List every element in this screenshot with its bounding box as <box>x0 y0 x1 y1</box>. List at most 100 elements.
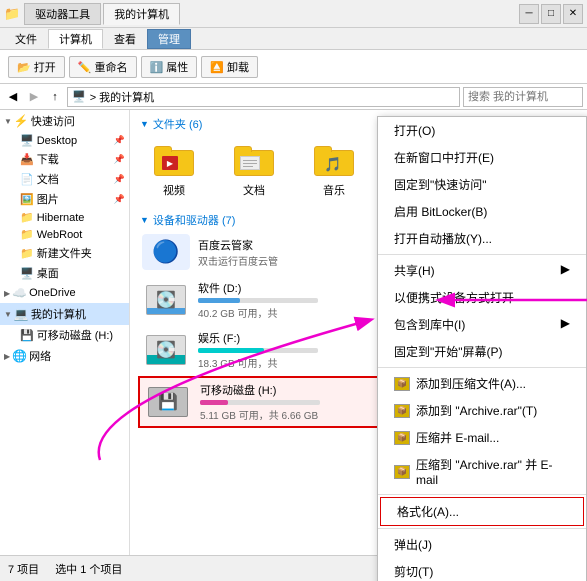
sidebar-item-onedrive[interactable]: ▶ ☁️ OneDrive <box>0 283 129 303</box>
network-icon: 🌐 <box>12 349 27 363</box>
minimize-button[interactable]: ─ <box>519 4 539 24</box>
address-path[interactable]: 🖥️ > 我的计算机 <box>67 87 460 107</box>
music-folder-icon: 🎵 <box>310 142 358 182</box>
archive-icon-2: 📦 <box>394 404 410 418</box>
baidu-subtitle: 双击运行百度云管 <box>198 253 278 268</box>
folder-item-video[interactable]: ▶ 视频 <box>138 138 210 202</box>
path-icon: 🖥️ <box>72 90 86 103</box>
sidebar-item-downloads[interactable]: 📥 下载 📌 <box>0 149 129 169</box>
sidebar-item-network[interactable]: ▶ 🌐 网络 <box>0 345 129 367</box>
ctx-compress-email-rar[interactable]: 📦 压缩到 "Archive.rar" 并 E-mail <box>378 451 586 492</box>
properties-button[interactable]: ℹ️ 属性 <box>141 56 198 78</box>
downloads-label: 下载 <box>37 151 59 167</box>
ctx-add-archive-rar[interactable]: 📦 添加到 "Archive.rar"(T) <box>378 397 586 424</box>
sidebar-item-hibernate[interactable]: 📁 Hibernate <box>0 209 129 226</box>
address-bar: ◀ ▶ ↑ 🖥️ > 我的计算机 <box>0 84 587 110</box>
folder-item-docs[interactable]: 文档 <box>218 138 290 202</box>
ctx-eject[interactable]: 弹出(J) <box>378 531 586 558</box>
archive-icon-3: 📦 <box>394 431 410 445</box>
up-button[interactable]: ↑ <box>46 88 64 106</box>
close-button[interactable]: ✕ <box>563 4 583 24</box>
tab-manage[interactable]: 管理 <box>147 29 191 49</box>
sidebar-item-removable-disk[interactable]: 💾 可移动磁盘 (H:) <box>0 325 129 345</box>
desktop2-label: 桌面 <box>37 265 59 281</box>
folder-item-music[interactable]: 🎵 音乐 <box>298 138 370 202</box>
ctx-sep2 <box>378 367 586 368</box>
ctx-pin-quick-access[interactable]: 固定到"快速访问" <box>378 171 586 198</box>
forward-button[interactable]: ▶ <box>25 88 43 106</box>
sidebar-item-quick-access[interactable]: ▼ ⚡ 快速访问 <box>0 110 129 132</box>
sidebar-item-new-folder[interactable]: 📁 新建文件夹 <box>0 243 129 263</box>
title-tab-my-computer[interactable]: 我的计算机 <box>103 3 180 25</box>
selected-count: 选中 1 个项目 <box>55 561 122 577</box>
tab-computer[interactable]: 计算机 <box>48 29 103 49</box>
ctx-open[interactable]: 打开(O) <box>378 117 586 144</box>
sidebar-item-pictures[interactable]: 🖼️ 图片 📌 <box>0 189 129 209</box>
sidebar: ▼ ⚡ 快速访问 🖥️ Desktop 📌 📥 下载 📌 📄 文档 📌 🖼️ <box>0 110 130 555</box>
search-input[interactable] <box>463 87 583 107</box>
title-tab-driver-tools[interactable]: 驱动器工具 <box>24 3 101 25</box>
eject-button[interactable]: ⏏️ 卸载 <box>201 56 258 78</box>
quick-access-expand-icon: ▼ <box>4 117 12 126</box>
rename-button[interactable]: ✏️ 重命名 <box>69 56 137 78</box>
ctx-share[interactable]: 共享(H)▶ <box>378 257 586 284</box>
tab-view[interactable]: 查看 <box>103 29 147 49</box>
ctx-pin-start[interactable]: 固定到"开始"屏幕(P) <box>378 338 586 365</box>
ctx-open-new-window[interactable]: 在新窗口中打开(E) <box>378 144 586 171</box>
baidu-info: 百度云管家 双击运行百度云管 <box>198 237 278 268</box>
pictures-pin-icon: 📌 <box>114 194 125 205</box>
music-folder-label: 音乐 <box>323 182 345 198</box>
sidebar-item-my-computer[interactable]: ▼ 💻 我的计算机 <box>0 303 129 325</box>
sidebar-item-documents[interactable]: 📄 文档 📌 <box>0 169 129 189</box>
software-drive-icon: 💽 <box>142 282 190 318</box>
ctx-sep1 <box>378 254 586 255</box>
desktop-icon: 🖥️ <box>20 134 34 147</box>
hibernate-label: Hibernate <box>37 212 85 224</box>
removable-bar-fill <box>200 400 228 405</box>
removable-bar-bg <box>200 400 320 405</box>
ctx-cut[interactable]: 剪切(T) <box>378 558 586 581</box>
removable-disk-icon: 💾 <box>20 329 34 342</box>
pictures-icon: 🖼️ <box>20 193 34 206</box>
baidu-name: 百度云管家 <box>198 237 278 253</box>
docs-folder-icon <box>230 142 278 182</box>
path-text: > 我的计算机 <box>90 89 154 105</box>
desktop-pin-icon: 📌 <box>114 135 125 146</box>
folders-header-label: 文件夹 (6) <box>153 116 203 132</box>
ctx-format[interactable]: 格式化(A)... <box>380 497 584 526</box>
ctx-bitlocker[interactable]: 启用 BitLocker(B) <box>378 198 586 225</box>
sidebar-item-desktop2[interactable]: 🖥️ 桌面 <box>0 263 129 283</box>
ctx-autoplay[interactable]: 打开自动播放(Y)... <box>378 225 586 252</box>
desktop2-icon: 🖥️ <box>20 267 34 280</box>
back-button[interactable]: ◀ <box>4 88 22 106</box>
desktop-label: Desktop <box>37 135 77 147</box>
archive-icon-1: 📦 <box>394 377 410 391</box>
ribbon-tab-bar: 文件 计算机 查看 管理 <box>0 28 587 50</box>
tab-file[interactable]: 文件 <box>4 29 48 49</box>
my-computer-label: 我的计算机 <box>31 306 86 322</box>
title-bar: 📁 驱动器工具 我的计算机 ─ □ ✕ <box>0 0 587 28</box>
sidebar-item-desktop[interactable]: 🖥️ Desktop 📌 <box>0 132 129 149</box>
quick-access-label: 快速访问 <box>31 113 75 129</box>
ribbon-body: 📂 打开 ✏️ 重命名 ℹ️ 属性 ⏏️ 卸载 <box>0 50 587 84</box>
entertainment-bar-fill <box>198 348 264 353</box>
window-controls: ─ □ ✕ <box>519 4 583 24</box>
my-computer-icon: 💻 <box>14 307 29 321</box>
sidebar-item-webroot[interactable]: 📁 WebRoot <box>0 226 129 243</box>
ctx-portable[interactable]: 以便携式设备方式打开 <box>378 284 586 311</box>
ctx-library[interactable]: 包含到库中(I)▶ <box>378 311 586 338</box>
new-folder-icon: 📁 <box>20 247 34 260</box>
open-button[interactable]: 📂 打开 <box>8 56 65 78</box>
my-computer-expand-icon: ▼ <box>4 310 12 319</box>
documents-pin-icon: 📌 <box>114 174 125 185</box>
ctx-add-archive[interactable]: 📦 添加到压缩文件(A)... <box>378 370 586 397</box>
item-count: 7 项目 <box>8 561 39 577</box>
onedrive-icon: ☁️ <box>12 286 27 300</box>
software-bar-fill <box>198 298 240 303</box>
network-label: 网络 <box>29 348 51 364</box>
folders-expand-icon: ▼ <box>140 119 149 129</box>
removable-device-icon: 💾 <box>144 384 192 420</box>
documents-icon: 📄 <box>20 173 34 186</box>
maximize-button[interactable]: □ <box>541 4 561 24</box>
ctx-compress-email[interactable]: 📦 压缩并 E-mail... <box>378 424 586 451</box>
